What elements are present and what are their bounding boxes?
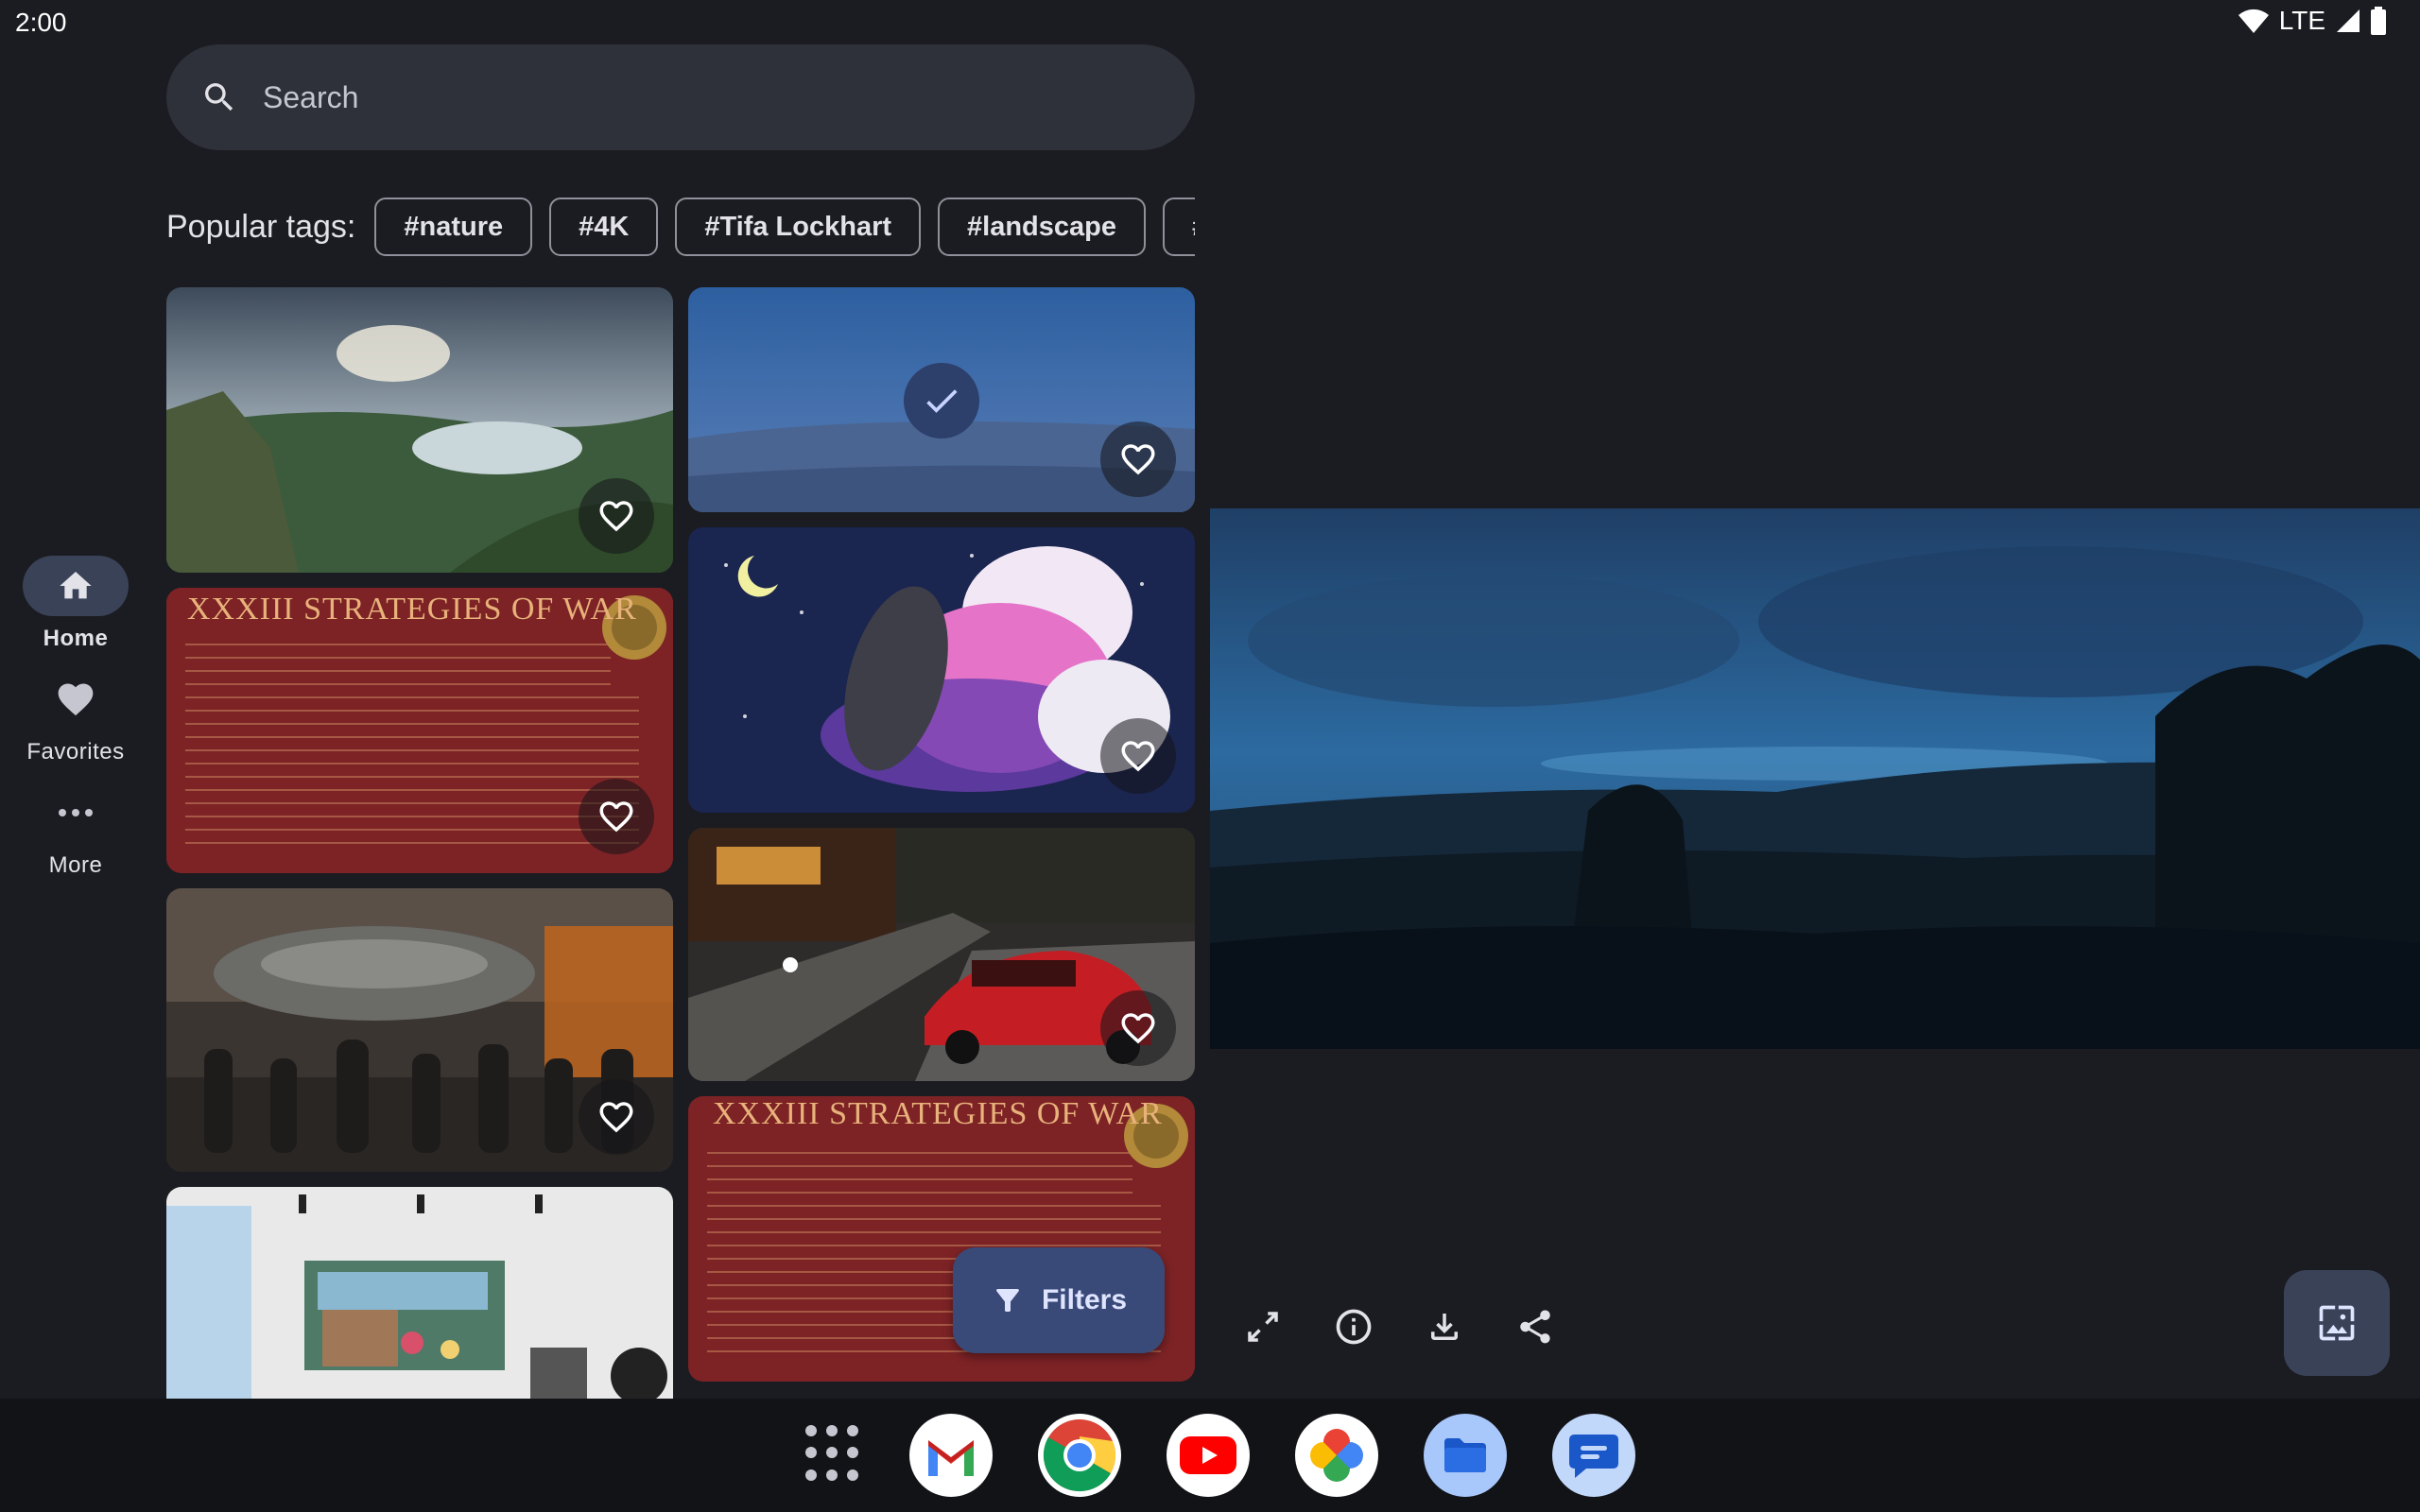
favorite-button[interactable] [1100, 421, 1176, 497]
gallery-tile-room-painting[interactable] [166, 1187, 673, 1399]
nav-pill-favorites [23, 669, 129, 730]
poster-title: XXXIII STRATEGIES OF WAR [713, 1096, 1163, 1131]
set-wallpaper-button[interactable] [2284, 1270, 2390, 1376]
nav-label-more: More [48, 852, 103, 878]
youtube-logo [1180, 1436, 1236, 1474]
gallery-tile-blue-night-field[interactable] [688, 287, 1195, 512]
nav-pill-more [23, 782, 129, 843]
status-time: 2:00 [15, 8, 67, 37]
preview-image [1210, 508, 2420, 1049]
gmail-icon[interactable] [909, 1414, 993, 1497]
gallery-tile-mountain-lake[interactable] [166, 287, 673, 573]
heart-outline-icon [599, 1102, 633, 1133]
info-icon [1336, 1309, 1372, 1345]
heart-outline-icon [599, 501, 633, 532]
wallpaper-icon [2319, 1305, 2355, 1341]
app-screen: 2:00 LTE Home Favorites More Search Popu… [0, 0, 2420, 1512]
check-icon [926, 389, 958, 413]
messages-icon[interactable] [1552, 1414, 1635, 1497]
info-button[interactable] [1323, 1297, 1384, 1357]
fullscreen-icon [1248, 1312, 1278, 1342]
search-bar[interactable]: Search [166, 44, 1195, 150]
files-logo [1444, 1438, 1486, 1472]
app-dock [0, 1399, 2420, 1512]
messages-logo [1569, 1435, 1618, 1478]
network-label: LTE [2278, 6, 2325, 35]
favorite-button[interactable] [579, 1079, 654, 1155]
battery-icon [2371, 7, 2386, 35]
download-icon [1431, 1314, 1458, 1340]
home-icon [60, 572, 92, 599]
search-icon [205, 83, 233, 112]
filters-button[interactable]: Filters [953, 1247, 1165, 1353]
selected-indicator [904, 363, 979, 438]
gallery-tile-sci-fi-crowd[interactable] [166, 888, 673, 1172]
room-painting-image [166, 1187, 673, 1399]
photos-logo [1310, 1429, 1363, 1482]
search-placeholder: Search [263, 79, 359, 114]
tag-chip[interactable]: #nature [374, 198, 533, 256]
files-icon[interactable] [1424, 1414, 1507, 1497]
favorite-button[interactable] [579, 779, 654, 854]
filter-icon [996, 1289, 1019, 1312]
favorite-button[interactable] [1100, 990, 1176, 1066]
nav-item-more[interactable]: More [0, 782, 151, 879]
tag-chip[interactable]: #Tifa Lockhart [675, 198, 922, 256]
youtube-icon[interactable] [1167, 1414, 1250, 1497]
tag-chip[interactable]: #landscape [938, 198, 1147, 256]
nav-pill-home [23, 556, 129, 616]
status-icons: LTE [2238, 6, 2386, 36]
heart-outline-icon [1121, 1013, 1155, 1044]
popular-tags-label: Popular tags: [166, 208, 356, 245]
gmail-logo [928, 1440, 974, 1476]
tag-chip[interactable]: #4K [549, 198, 659, 256]
favorite-button[interactable] [579, 478, 654, 554]
app-drawer-icon[interactable] [805, 1425, 862, 1482]
heart-outline-icon [1121, 444, 1155, 475]
download-button[interactable] [1414, 1297, 1475, 1357]
chrome-logo [1043, 1419, 1116, 1492]
wallpaper-preview[interactable] [1210, 508, 2420, 1049]
share-icon [1520, 1310, 1550, 1344]
nav-item-favorites[interactable]: Favorites [0, 669, 151, 765]
favorite-button[interactable] [1100, 718, 1176, 794]
heart-icon [58, 683, 94, 716]
wifi-icon [2238, 9, 2269, 34]
more-horiz-icon [59, 809, 93, 816]
gallery-tile-anime-character[interactable] [688, 527, 1195, 813]
photos-icon[interactable] [1295, 1414, 1378, 1497]
heart-outline-icon [1121, 741, 1155, 772]
filters-label: Filters [1041, 1284, 1128, 1315]
chrome-icon[interactable] [1038, 1414, 1121, 1497]
signal-icon [2337, 9, 2360, 32]
share-button[interactable] [1505, 1297, 1565, 1357]
tag-chip[interactable]: #B [1163, 198, 1195, 256]
fullscreen-button[interactable] [1233, 1297, 1293, 1357]
gallery-tile-red-car-street[interactable] [688, 828, 1195, 1081]
heart-outline-icon [599, 801, 633, 833]
poster-title: XXXIII STRATEGIES OF WAR [187, 592, 637, 627]
nav-label-favorites: Favorites [26, 739, 125, 765]
nav-item-home[interactable]: Home [0, 556, 151, 652]
gallery-tile-strategies-poster[interactable]: XXXIII STRATEGIES OF WAR [166, 588, 673, 873]
nav-label-home: Home [43, 626, 109, 651]
popular-tags-row: Popular tags: #nature #4K #Tifa Lockhart… [166, 197, 1195, 257]
